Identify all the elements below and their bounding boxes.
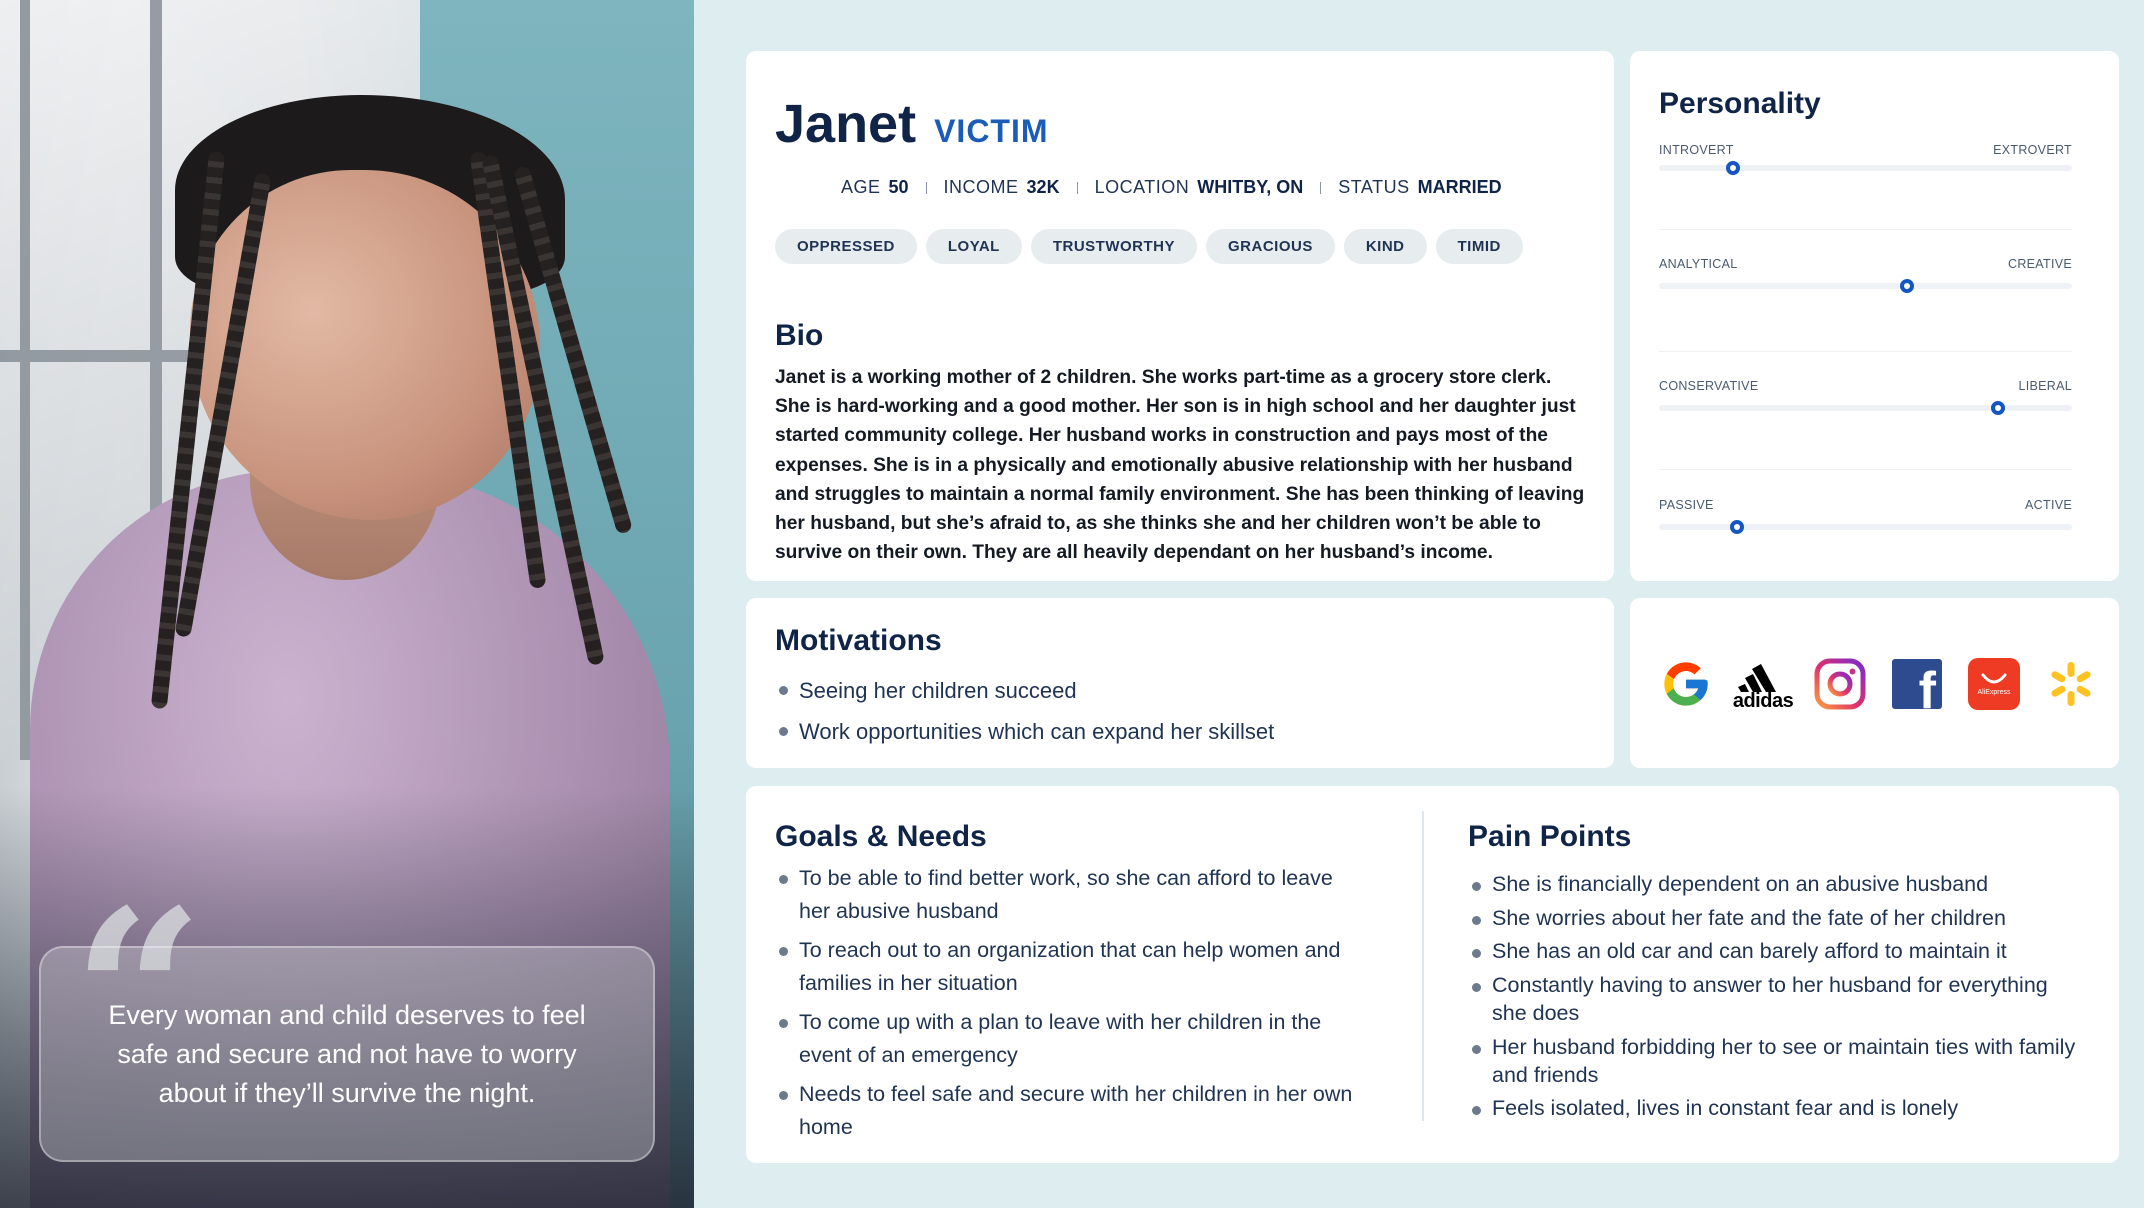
aliexpress-icon: AliExpress <box>1966 656 2022 712</box>
slider-labels: CONSERVATIVE LIBERAL <box>1659 379 2072 393</box>
slider-handle <box>1730 520 1745 534</box>
list-item: Her husband forbidding her to see or mai… <box>1468 1033 2078 1089</box>
goals-pain-card: Goals & Needs To be able to find better … <box>746 786 2119 1163</box>
stat-label: AGE <box>841 177 881 197</box>
stat-divider <box>1320 181 1322 194</box>
motivations-card: Motivations Seeing her children succeed … <box>746 598 1614 768</box>
slider-track <box>1659 161 2072 175</box>
aliexpress-wordmark: AliExpress <box>1977 688 2011 696</box>
adidas-wordmark: adidas <box>1732 690 1794 712</box>
trait-tag: GRACIOUS <box>1205 229 1335 264</box>
slider-conservative-liberal: CONSERVATIVE LIBERAL <box>1659 379 2072 415</box>
stat-label: INCOME <box>943 177 1019 197</box>
slider-left-label: INTROVERT <box>1659 143 1734 157</box>
stat-label: LOCATION <box>1094 177 1190 197</box>
persona-name: Janet <box>775 94 917 154</box>
slider-right-label: EXTROVERT <box>1993 143 2072 157</box>
bio-text: Janet is a working mother of 2 children.… <box>775 367 1585 564</box>
list-item: To come up with a plan to leave with her… <box>775 1006 1365 1071</box>
motivations-title: Motivations <box>775 624 942 657</box>
personality-title: Personality <box>1659 87 1821 120</box>
brands-card: adidas f AliExpress <box>1630 598 2119 768</box>
facebook-icon: f <box>1889 656 1945 712</box>
list-item: Feels isolated, lives in constant fear a… <box>1468 1094 2078 1122</box>
bio-title: Bio <box>775 319 824 352</box>
google-icon <box>1658 656 1714 712</box>
slider-handle <box>1990 401 2005 415</box>
stat-value: MARRIED <box>1417 177 1502 197</box>
stat-value: 32K <box>1026 177 1060 197</box>
column-divider <box>1422 811 1424 1121</box>
trait-tag: KIND <box>1343 229 1427 264</box>
stat-age: AGE 50 <box>841 177 909 198</box>
slider-handle <box>1899 279 1914 293</box>
stat-income: INCOME 32K <box>944 177 1060 198</box>
pain-points-title: Pain Points <box>1468 820 1632 853</box>
slider-left-label: PASSIVE <box>1659 498 1714 512</box>
stat-label: STATUS <box>1338 177 1410 197</box>
trait-tags: OPPRESSED LOYAL TRUSTWORTHY GRACIOUS KIN… <box>775 229 1523 264</box>
quote-box: Every woman and child deserves to feel s… <box>39 946 655 1162</box>
list-item: To reach out to an organization that can… <box>775 934 1365 999</box>
pain-points-list: She is financially dependent on an abusi… <box>1468 870 2078 1128</box>
trait-tag: OPPRESSED <box>775 229 917 264</box>
slider-labels: INTROVERT EXTROVERT <box>1659 143 2072 157</box>
trait-tag: TIMID <box>1435 229 1523 264</box>
adidas-icon: adidas <box>1732 656 1794 712</box>
slider-handle <box>1726 161 1741 175</box>
list-item: Needs to feel safe and secure with her c… <box>775 1078 1365 1143</box>
slider-track <box>1659 520 2072 534</box>
stat-value: WHITBY, ON <box>1197 177 1304 197</box>
trait-tag: LOYAL <box>925 229 1022 264</box>
divider <box>1659 469 2072 470</box>
slider-left-label: ANALYTICAL <box>1659 257 1738 271</box>
stats-row: AGE 50 INCOME 32K LOCATION WHITBY, ON ST… <box>841 177 1502 198</box>
list-item: To be able to find better work, so she c… <box>775 862 1365 927</box>
list-item: She worries about her fate and the fate … <box>1468 904 2078 932</box>
list-item: Work opportunities which can expand her … <box>775 711 1274 752</box>
brand-logos: adidas f AliExpress <box>1658 656 2120 712</box>
name-row: Janet VICTIM <box>775 93 1049 155</box>
trait-tag: TRUSTWORTHY <box>1030 229 1197 264</box>
walmart-icon <box>2043 656 2099 712</box>
motivations-list: Seeing her children succeed Work opportu… <box>775 670 1274 752</box>
slider-track <box>1659 279 2072 293</box>
goals-list: To be able to find better work, so she c… <box>775 862 1365 1150</box>
slider-right-label: CREATIVE <box>2008 257 2072 271</box>
list-item: Constantly having to answer to her husba… <box>1468 971 2078 1027</box>
profile-card: Janet VICTIM AGE 50 INCOME 32K LOCATION … <box>746 51 1614 581</box>
stat-value: 50 <box>888 177 909 197</box>
slider-right-label: LIBERAL <box>2018 379 2072 393</box>
quote-text: Every woman and child deserves to feel s… <box>108 999 586 1108</box>
facebook-letter: f <box>1918 662 1936 709</box>
slider-left-label: CONSERVATIVE <box>1659 379 1759 393</box>
persona-role: VICTIM <box>934 113 1049 149</box>
list-item: Seeing her children succeed <box>775 670 1274 711</box>
personality-card: Personality INTROVERT EXTROVERT ANALYTIC… <box>1630 51 2119 581</box>
slider-labels: PASSIVE ACTIVE <box>1659 498 2072 512</box>
list-item: She is financially dependent on an abusi… <box>1468 870 2078 898</box>
slider-introvert-extrovert: INTROVERT EXTROVERT <box>1659 143 2072 175</box>
slider-passive-active: PASSIVE ACTIVE <box>1659 498 2072 534</box>
stat-location: LOCATION WHITBY, ON <box>1095 177 1304 198</box>
divider <box>1659 229 2072 230</box>
slider-analytical-creative: ANALYTICAL CREATIVE <box>1659 257 2072 293</box>
stat-divider <box>1076 181 1078 194</box>
divider <box>1659 351 2072 352</box>
slider-labels: ANALYTICAL CREATIVE <box>1659 257 2072 271</box>
slider-right-label: ACTIVE <box>2025 498 2072 512</box>
stat-status: STATUS MARRIED <box>1338 177 1501 198</box>
instagram-icon <box>1812 656 1868 712</box>
goals-title: Goals & Needs <box>775 820 987 853</box>
list-item: She has an old car and can barely afford… <box>1468 937 2078 965</box>
slider-track <box>1659 401 2072 415</box>
stat-divider <box>925 181 927 194</box>
